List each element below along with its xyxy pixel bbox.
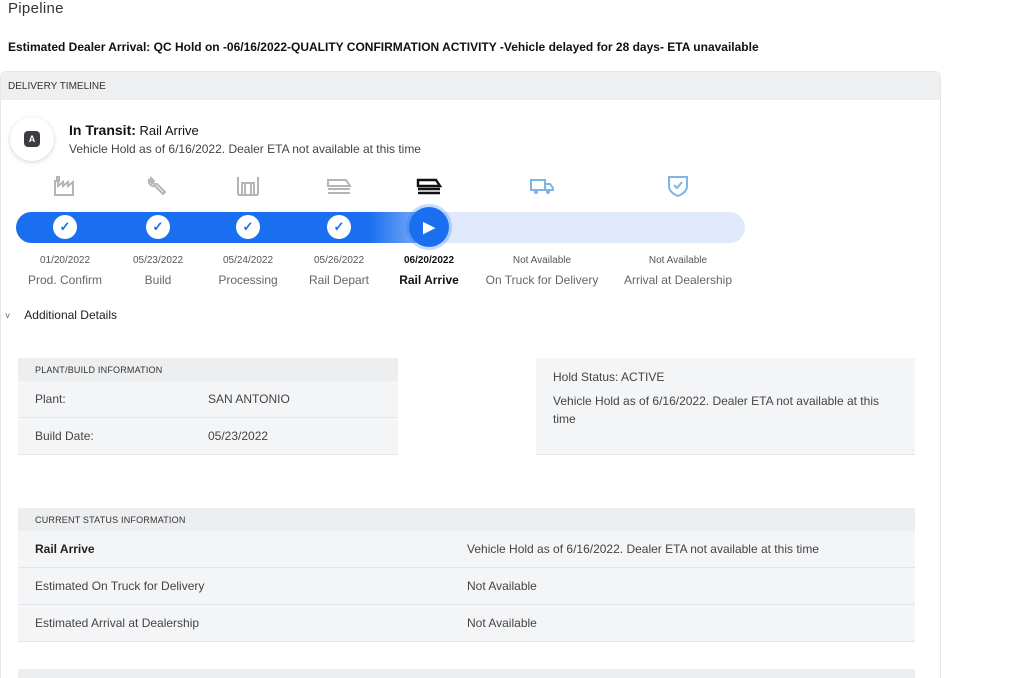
stage-rail-arrive[interactable]: ▶ 06/20/2022 Rail Arrive bbox=[374, 172, 484, 287]
hold-status-panel: Hold Status: ACTIVE Vehicle Hold as of 6… bbox=[536, 358, 915, 455]
progress-fill bbox=[16, 212, 431, 243]
check-icon: ✓ bbox=[146, 215, 170, 239]
status-value: Vehicle Hold as of 6/16/2022. Dealer ETA… bbox=[467, 542, 819, 556]
build-date-key: Build Date: bbox=[35, 429, 94, 443]
build-date-row: Build Date: 05/23/2022 bbox=[18, 418, 398, 455]
stage-date: 06/20/2022 bbox=[403, 255, 455, 266]
play-icon: ▶ bbox=[409, 207, 449, 247]
stage-label: Arrival at Dealership bbox=[623, 273, 733, 287]
status-value: Not Available bbox=[467, 579, 537, 593]
transit-status-subtitle: Vehicle Hold as of 6/16/2022. Dealer ETA… bbox=[69, 142, 421, 156]
stage-arrival-dealership[interactable]: Not Available Arrival at Dealership bbox=[623, 172, 733, 287]
status-value: Not Available bbox=[467, 616, 537, 630]
check-icon: ✓ bbox=[53, 215, 77, 239]
page-title: Pipeline bbox=[8, 0, 64, 17]
hold-status: Hold Status: ACTIVE bbox=[553, 370, 665, 384]
truck-icon bbox=[487, 172, 597, 200]
plant-build-header: PLANT/BUILD INFORMATION bbox=[18, 358, 398, 381]
shield-check-icon bbox=[623, 172, 733, 200]
build-date-value: 05/23/2022 bbox=[208, 429, 269, 443]
stage-date: Not Available bbox=[512, 255, 572, 266]
transit-status-prefix: In Transit: bbox=[69, 122, 136, 138]
check-icon: ✓ bbox=[327, 215, 351, 239]
status-key: Estimated On Truck for Delivery bbox=[35, 579, 205, 593]
additional-details-label: Additional Details bbox=[24, 308, 117, 322]
transit-status-title: In Transit: Rail Arrive bbox=[69, 122, 199, 138]
dealer-avatar: A bbox=[10, 117, 54, 161]
status-key: Estimated Arrival at Dealership bbox=[35, 616, 200, 630]
chevron-down-icon: ˅ bbox=[5, 311, 11, 321]
table-row: Estimated On Truck for Delivery Not Avai… bbox=[18, 568, 915, 605]
table-row: Rail Arrive Vehicle Hold as of 6/16/2022… bbox=[18, 531, 915, 568]
stage-on-truck[interactable]: Not Available On Truck for Delivery bbox=[486, 172, 598, 287]
stage-label: On Truck for Delivery bbox=[485, 273, 599, 287]
current-status-header: CURRENT STATUS INFORMATION bbox=[18, 508, 915, 531]
estimated-arrival-banner: Estimated Dealer Arrival: QC Hold on -06… bbox=[8, 40, 759, 54]
plant-value: SAN ANTONIO bbox=[208, 392, 290, 406]
hold-message: Vehicle Hold as of 6/16/2022. Dealer ETA… bbox=[553, 394, 879, 426]
table-row: Estimated Arrival at Dealership Not Avai… bbox=[18, 605, 915, 642]
stage-date: Not Available bbox=[648, 255, 708, 266]
plant-key: Plant: bbox=[35, 392, 66, 406]
brand-logo-icon: A bbox=[24, 131, 40, 147]
rail-arrive-icon bbox=[374, 172, 484, 200]
stage-label: Rail Arrive bbox=[399, 273, 459, 287]
plant-build-panel: PLANT/BUILD INFORMATION Plant: SAN ANTON… bbox=[18, 358, 398, 455]
delivery-timeline-card: DELIVERY TIMELINE A In Transit: Rail Arr… bbox=[0, 71, 941, 678]
check-icon: ✓ bbox=[236, 215, 260, 239]
next-panel-header bbox=[18, 669, 915, 678]
additional-details-toggle[interactable]: ˅ Additional Details bbox=[5, 308, 117, 322]
status-key: Rail Arrive bbox=[35, 542, 95, 556]
delivery-timeline-header: DELIVERY TIMELINE bbox=[1, 72, 940, 100]
current-status-panel: CURRENT STATUS INFORMATION Rail Arrive V… bbox=[18, 508, 915, 642]
transit-status-value: Rail Arrive bbox=[139, 123, 199, 138]
plant-row: Plant: SAN ANTONIO bbox=[18, 381, 398, 418]
